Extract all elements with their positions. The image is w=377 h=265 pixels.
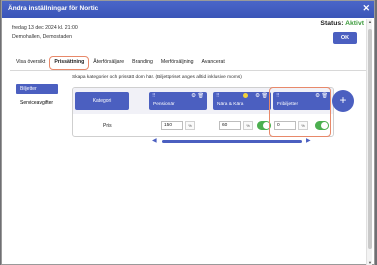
status-label: Status: — [320, 20, 344, 27]
column-header-pensioner[interactable]: ⠿ ⚙ 🗑 Pensionär — [149, 92, 207, 110]
price-input-near-dear[interactable]: 60 — [219, 121, 241, 130]
dialog-titlebar: Ändra inställningar för Nortic ✕ — [2, 1, 374, 18]
gear-icon[interactable]: ⚙ — [191, 93, 196, 99]
dialog-title: Ändra inställningar för Nortic — [8, 5, 99, 12]
tab-advanced[interactable]: Avancerat — [198, 56, 229, 70]
status-value: Aktivt — [345, 20, 364, 27]
vertical-scrollbar-thumb[interactable] — [368, 29, 372, 249]
drag-handle-icon[interactable]: ⠿ — [152, 93, 156, 99]
trash-icon[interactable]: 🗑 — [262, 93, 268, 99]
event-info: fredag 13 dec 2024 kl. 21:00 Demohallen,… — [12, 24, 78, 42]
close-icon[interactable]: ✕ — [362, 3, 370, 13]
event-venue: Demohallen, Demostaden — [12, 34, 72, 40]
vertical-scrollbar[interactable]: ▲ ▼ — [366, 19, 372, 265]
settings-dialog: Ändra inställningar för Nortic ✕ fredag … — [1, 0, 375, 265]
percent-toggle[interactable]: % — [243, 121, 253, 130]
tab-bar: Visa översikt Prissättning Återförsäljar… — [12, 56, 229, 70]
category-header: Kategori — [75, 92, 129, 110]
plus-icon: + — [339, 93, 347, 107]
sidebar-item-service-fees[interactable]: Serviceavgifter — [16, 98, 58, 108]
column-name: Nära & Kära — [217, 102, 244, 107]
ok-button[interactable]: OK — [333, 32, 357, 44]
help-text: Skapa kategorier och prissätt dom här. (… — [72, 75, 242, 80]
horizontal-scrollbar[interactable]: ◀ ▶ — [72, 138, 334, 144]
tab-upselling[interactable]: Merförsäljning — [157, 56, 198, 70]
tab-overview[interactable]: Visa översikt — [12, 56, 49, 70]
tab-branding[interactable]: Branding — [128, 56, 157, 70]
event-datetime: fredag 13 dec 2024 kl. 21:00 — [12, 25, 78, 31]
price-input-pensioner[interactable]: 150 — [161, 121, 183, 130]
scroll-right-icon[interactable]: ▶ — [306, 137, 311, 144]
scroll-up-icon[interactable]: ▲ — [367, 19, 373, 24]
scrollbar-thumb[interactable] — [162, 140, 302, 143]
highlight-free-tickets — [269, 87, 331, 137]
column-header-near-dear[interactable]: ⠿ ⚙ 🗑 Nära & Kära — [213, 92, 271, 110]
percent-toggle[interactable]: % — [185, 121, 195, 130]
tab-pricing[interactable]: Prissättning — [49, 56, 90, 70]
column-name: Pensionär — [153, 102, 175, 107]
drag-handle-icon[interactable]: ⠿ — [216, 93, 220, 99]
sidebar-item-tickets[interactable]: Biljetter — [16, 84, 58, 94]
scroll-down-icon[interactable]: ▼ — [367, 260, 373, 265]
trash-icon[interactable]: 🗑 — [198, 93, 204, 99]
add-category-button[interactable]: + — [332, 90, 354, 112]
tab-divider — [10, 70, 366, 71]
gear-icon[interactable]: ⚙ — [255, 93, 260, 99]
status-text: Status: Aktivt — [320, 20, 364, 27]
tab-resellers[interactable]: Återförsäljare — [89, 56, 128, 70]
info-dot-icon — [243, 93, 248, 98]
scroll-left-icon[interactable]: ◀ — [152, 137, 157, 144]
row-label: Pris — [103, 123, 112, 129]
pricing-sidebar: Biljetter Serviceavgifter — [16, 84, 58, 112]
